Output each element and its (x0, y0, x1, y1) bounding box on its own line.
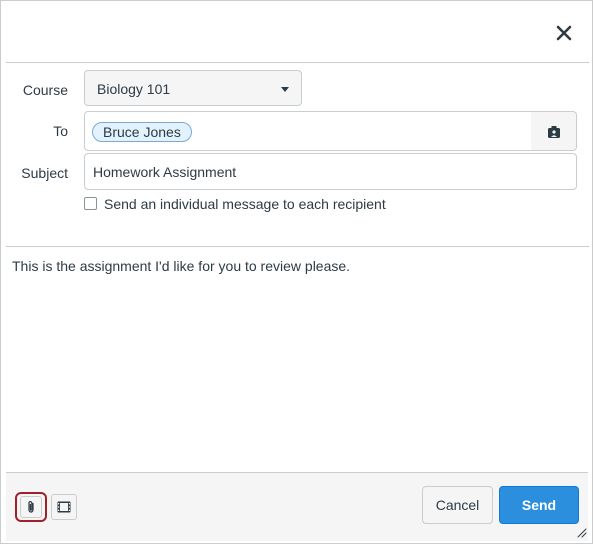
course-label: Course (22, 82, 68, 98)
course-select[interactable]: Biology 101 (84, 70, 302, 106)
address-book-icon (548, 126, 560, 138)
header-divider (6, 62, 589, 63)
recipient-token[interactable]: Bruce Jones (92, 122, 192, 142)
media-icon (57, 501, 71, 513)
recipient-field[interactable]: Bruce Jones (84, 111, 532, 151)
subject-input[interactable] (84, 153, 577, 190)
subject-label: Subject (21, 165, 68, 181)
course-value: Biology 101 (97, 81, 171, 97)
message-body[interactable]: This is the assignment I'd like for you … (12, 258, 582, 463)
attach-file-button[interactable] (20, 496, 42, 518)
close-icon (556, 25, 572, 41)
record-media-button[interactable] (51, 494, 77, 520)
send-button[interactable]: Send (499, 486, 579, 524)
address-book-button[interactable] (531, 111, 577, 151)
chevron-down-icon (281, 87, 289, 92)
individual-message-checkbox[interactable] (84, 197, 97, 210)
individual-message-label[interactable]: Send an individual message to each recip… (104, 196, 386, 212)
paperclip-icon (28, 501, 34, 513)
body-divider (6, 246, 589, 247)
to-label: To (53, 123, 68, 139)
resize-icon[interactable] (577, 528, 587, 538)
close-button[interactable] (554, 23, 574, 43)
cancel-button[interactable]: Cancel (422, 486, 493, 524)
